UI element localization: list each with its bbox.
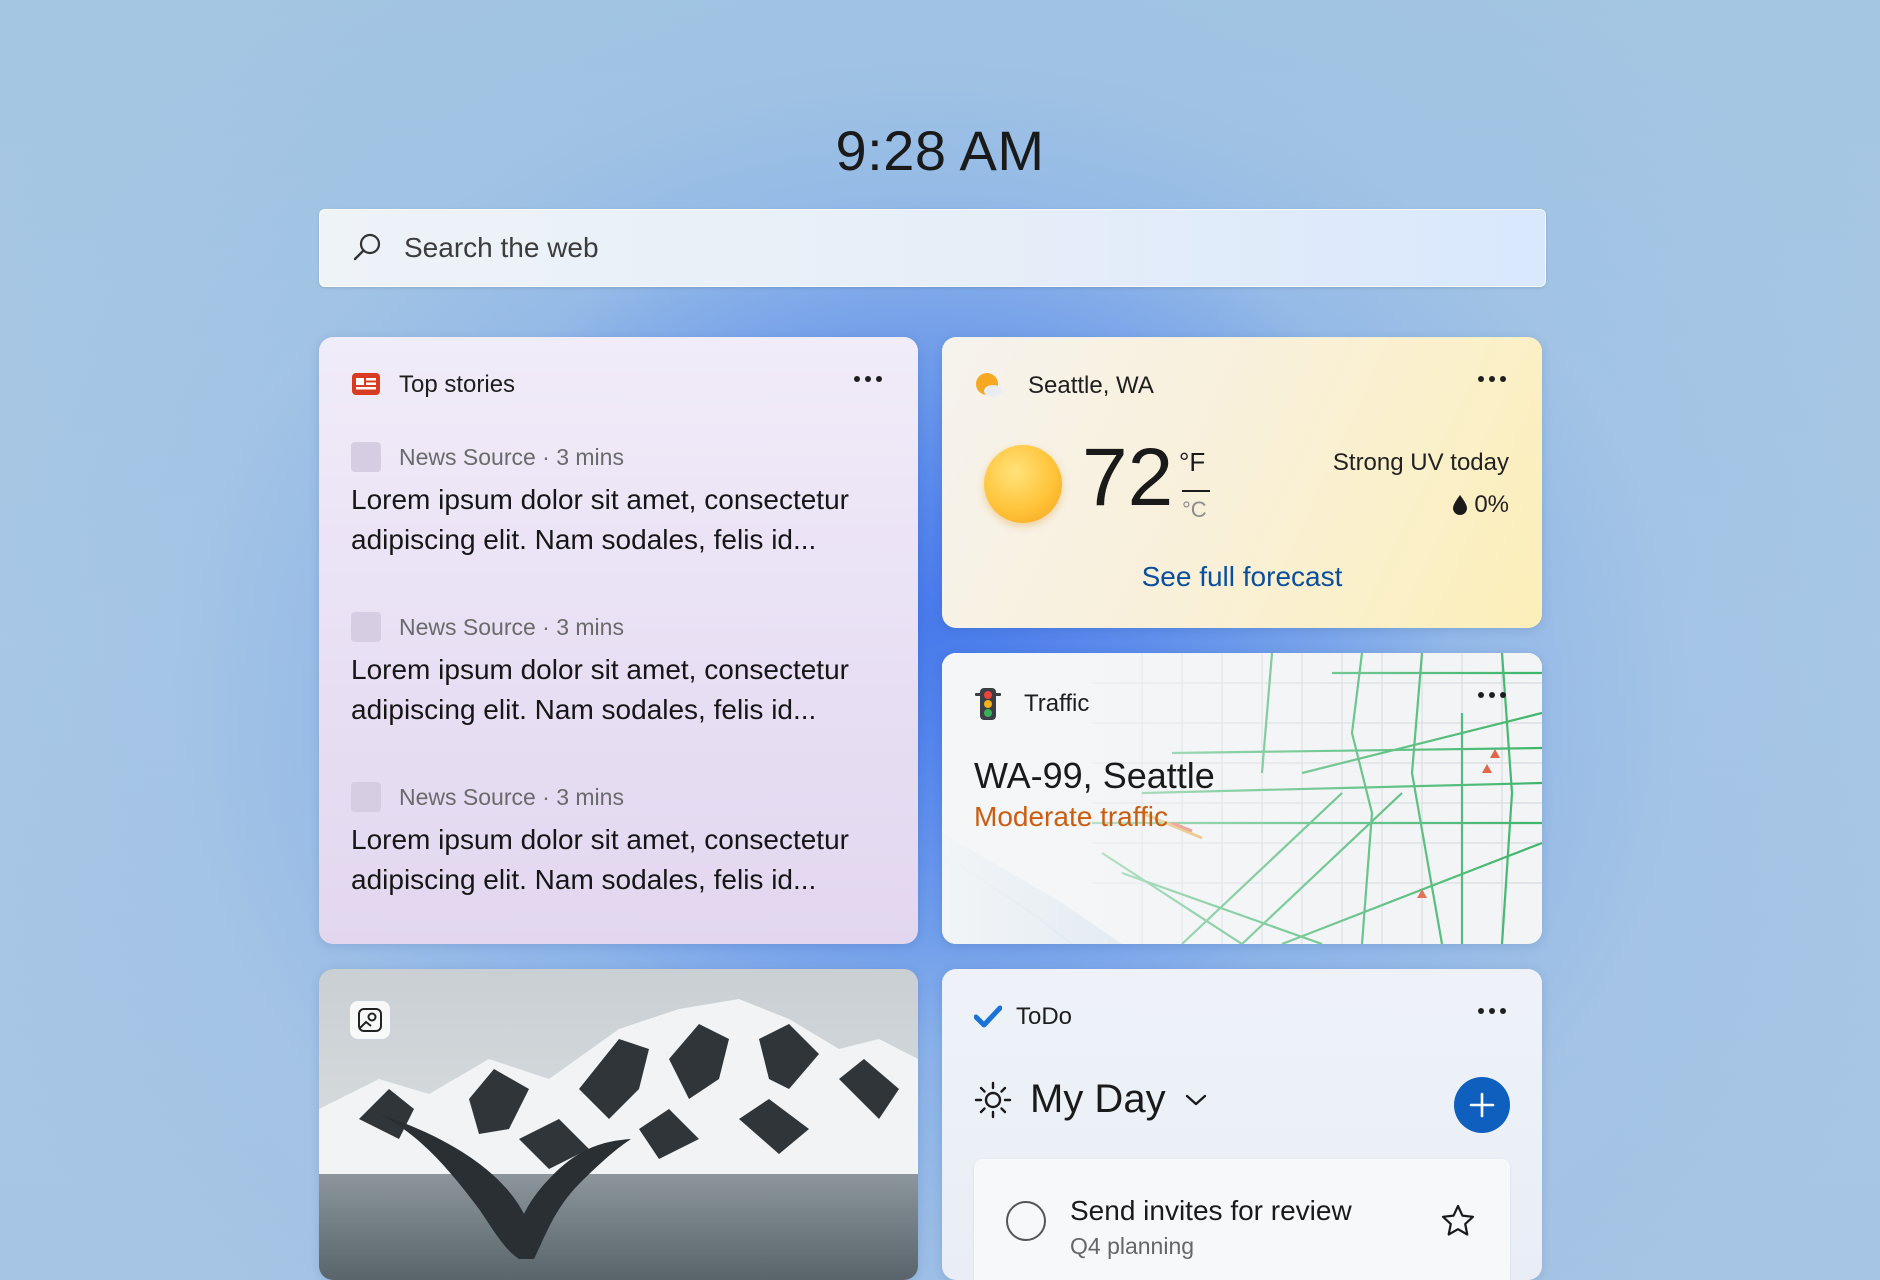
traffic-widget[interactable]: Traffic WA-99, Seattle Moderate traffic: [942, 653, 1542, 944]
unit-divider: [1182, 490, 1210, 492]
todo-header: ToDo: [974, 1003, 1072, 1031]
chevron-down-icon: [1185, 1094, 1206, 1105]
task-item[interactable]: Send invites for review Q4 planning: [974, 1159, 1510, 1280]
uv-note: Strong UV today: [1332, 449, 1509, 476]
todo-more-button[interactable]: [1472, 999, 1512, 1023]
top-stories-more-button[interactable]: [848, 367, 888, 391]
top-stories-title: Top stories: [399, 371, 516, 398]
news-item[interactable]: News Source · 3 mins Lorem ipsum dolor s…: [351, 612, 891, 730]
desktop-background: [0, 0, 1880, 1280]
news-item[interactable]: News Source · 3 mins Lorem ipsum dolor s…: [351, 782, 891, 900]
search-icon: [353, 233, 381, 261]
traffic-more-button[interactable]: [1472, 683, 1512, 707]
star-icon[interactable]: [1440, 1203, 1476, 1239]
sun-icon: [974, 1081, 1012, 1118]
temperature-value: 72: [1082, 432, 1174, 523]
news-headline[interactable]: Lorem ipsum dolor sit amet, consectetur …: [351, 820, 891, 900]
source-logo: [351, 612, 381, 642]
sunny-icon: [984, 445, 1062, 523]
checkmark-icon: [974, 1005, 1002, 1028]
raindrop-icon: [1453, 495, 1468, 515]
traffic-light-icon: [975, 688, 1001, 720]
news-source: News Source · 3 mins: [399, 783, 624, 810]
todo-title: ToDo: [1016, 1003, 1073, 1030]
source-logo: [351, 442, 381, 472]
unit-fahrenheit[interactable]: °F: [1179, 447, 1205, 478]
search-bar[interactable]: [319, 209, 1546, 287]
weather-header: Seattle, WA: [974, 371, 1154, 401]
search-input[interactable]: [404, 232, 1504, 264]
unit-celsius[interactable]: °C: [1182, 497, 1207, 523]
photo-widget[interactable]: [319, 969, 918, 1280]
see-full-forecast-link[interactable]: See full forecast: [942, 561, 1542, 593]
weather-more-button[interactable]: [1472, 367, 1512, 391]
partly-sunny-icon: [976, 373, 1002, 397]
news-source: News Source · 3 mins: [399, 443, 624, 470]
task-complete-checkbox[interactable]: [1006, 1201, 1046, 1241]
my-day-selector[interactable]: My Day: [974, 1077, 1208, 1122]
traffic-title: Traffic: [1024, 690, 1090, 717]
plus-icon: [1469, 1092, 1495, 1118]
news-source: News Source · 3 mins: [399, 613, 624, 640]
news-item[interactable]: News Source · 3 mins Lorem ipsum dolor s…: [351, 442, 891, 560]
add-task-button[interactable]: [1454, 1077, 1510, 1133]
weather-widget: Seattle, WA 72 °F °C Strong UV today 0% …: [942, 337, 1542, 628]
news-icon: [352, 373, 380, 395]
news-headline[interactable]: Lorem ipsum dolor sit amet, consectetur …: [351, 480, 891, 560]
news-headline[interactable]: Lorem ipsum dolor sit amet, consectetur …: [351, 650, 891, 730]
whale-tail-photo: [319, 969, 918, 1280]
source-logo: [351, 782, 381, 812]
traffic-header: Traffic: [974, 687, 1089, 721]
traffic-status: Moderate traffic: [974, 801, 1169, 832]
top-stories-header: Top stories: [351, 371, 515, 399]
task-title: Send invites for review: [1070, 1195, 1352, 1226]
clock-time: 9:28 AM: [835, 119, 1045, 182]
my-day-label: My Day: [1030, 1077, 1166, 1121]
task-subtitle: Q4 planning: [1070, 1233, 1195, 1259]
precipitation: 0%: [1452, 491, 1509, 519]
photo-icon-button[interactable]: [350, 1001, 390, 1039]
weather-location: Seattle, WA: [1028, 372, 1154, 399]
top-stories-widget: Top stories News Source · 3 mins Lorem i…: [319, 337, 918, 944]
traffic-road: WA-99, Seattle: [974, 755, 1215, 796]
todo-widget: ToDo My Day Send invites for review Q4 p…: [942, 969, 1542, 1280]
precip-value: 0%: [1474, 491, 1509, 518]
photo-icon: [358, 1008, 382, 1032]
